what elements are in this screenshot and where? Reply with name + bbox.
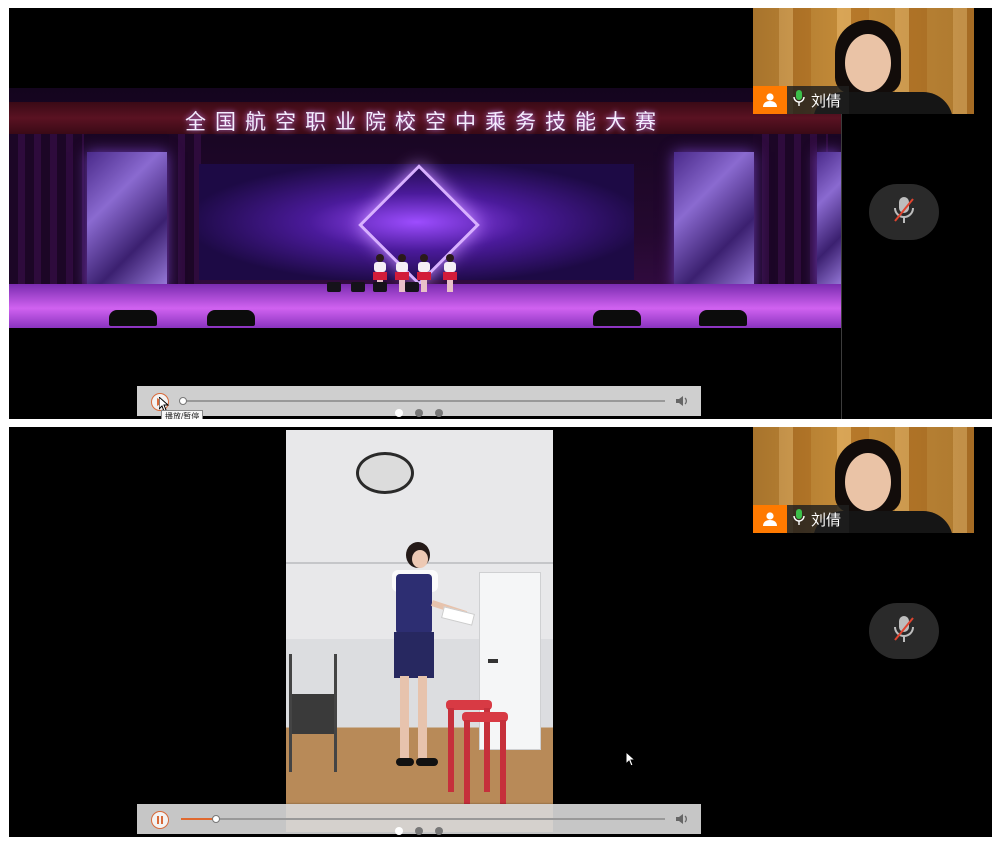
- suitcase: [351, 282, 365, 292]
- page-indicator: [395, 409, 443, 417]
- page-dot[interactable]: [395, 409, 403, 417]
- participant-name-bar: 刘倩: [753, 505, 861, 533]
- participant-video-tile[interactable]: 刘倩: [753, 8, 974, 114]
- red-stool: [462, 712, 508, 804]
- mouse-cursor-icon: [625, 750, 637, 771]
- video-panel-2: 刘倩: [9, 427, 992, 837]
- mute-toggle-button[interactable]: [869, 184, 939, 240]
- progress-track[interactable]: [179, 397, 665, 405]
- microphone-muted-icon: [891, 195, 917, 230]
- room-rehearsal-video[interactable]: [286, 430, 553, 832]
- microphone-muted-icon: [891, 614, 917, 649]
- stage-curtain: [169, 134, 201, 294]
- page-dot[interactable]: [435, 409, 443, 417]
- ceiling-lamp: [356, 452, 414, 494]
- progress-thumb[interactable]: [212, 815, 220, 823]
- divider: [841, 114, 842, 419]
- volume-icon[interactable]: [675, 812, 689, 826]
- suitcase: [327, 282, 341, 292]
- participant-video-tile[interactable]: 刘倩: [753, 427, 974, 533]
- banner-text: 全国航空职业院校空中乘务技能大赛: [185, 110, 665, 134]
- progress-track[interactable]: [181, 815, 665, 823]
- progress-thumb[interactable]: [179, 397, 187, 405]
- suitcase: [373, 282, 387, 292]
- stage-curtain-left: [9, 134, 84, 294]
- side-screen-left: [87, 152, 167, 290]
- performer: [441, 254, 459, 294]
- stage-speaker: [207, 310, 255, 326]
- play-pause-tooltip: 播放/暂停: [161, 410, 204, 419]
- stage-speaker: [699, 310, 747, 326]
- folding-chair: [289, 654, 337, 772]
- play-pause-button[interactable]: [151, 811, 169, 829]
- stage-speaker: [109, 310, 157, 326]
- participant-face: [845, 453, 891, 511]
- microphone-icon: [793, 508, 805, 531]
- progress-fill: [181, 818, 215, 820]
- microphone-icon: [793, 89, 805, 112]
- participant-name-chip: 刘倩: [787, 505, 850, 533]
- user-icon: [753, 505, 787, 533]
- page-dot[interactable]: [415, 409, 423, 417]
- side-screen-right: [674, 152, 754, 290]
- volume-icon[interactable]: [675, 394, 689, 408]
- video-panel-1: 全国航空职业院校空中乘务技能大赛 刘倩 播放/暂停: [9, 8, 992, 419]
- stage-performance-video[interactable]: 全国航空职业院校空中乘务技能大赛: [9, 88, 841, 328]
- participant-name-chip: 刘倩: [787, 86, 850, 114]
- suitcase: [405, 282, 419, 292]
- participant-name-bar: 刘倩: [753, 86, 861, 114]
- page-indicator: [395, 827, 443, 835]
- page-dot[interactable]: [415, 827, 423, 835]
- participant-name: 刘倩: [811, 511, 842, 529]
- flight-attendant: [374, 542, 475, 778]
- mute-toggle-button[interactable]: [869, 603, 939, 659]
- user-icon: [753, 86, 787, 114]
- page-dot[interactable]: [395, 827, 403, 835]
- participant-name: 刘倩: [811, 92, 842, 110]
- page-dot[interactable]: [435, 827, 443, 835]
- stage-speaker: [593, 310, 641, 326]
- participant-face: [845, 34, 891, 92]
- stage-banner: 全国航空职业院校空中乘务技能大赛: [9, 102, 841, 134]
- side-screen-far-right: [817, 152, 841, 290]
